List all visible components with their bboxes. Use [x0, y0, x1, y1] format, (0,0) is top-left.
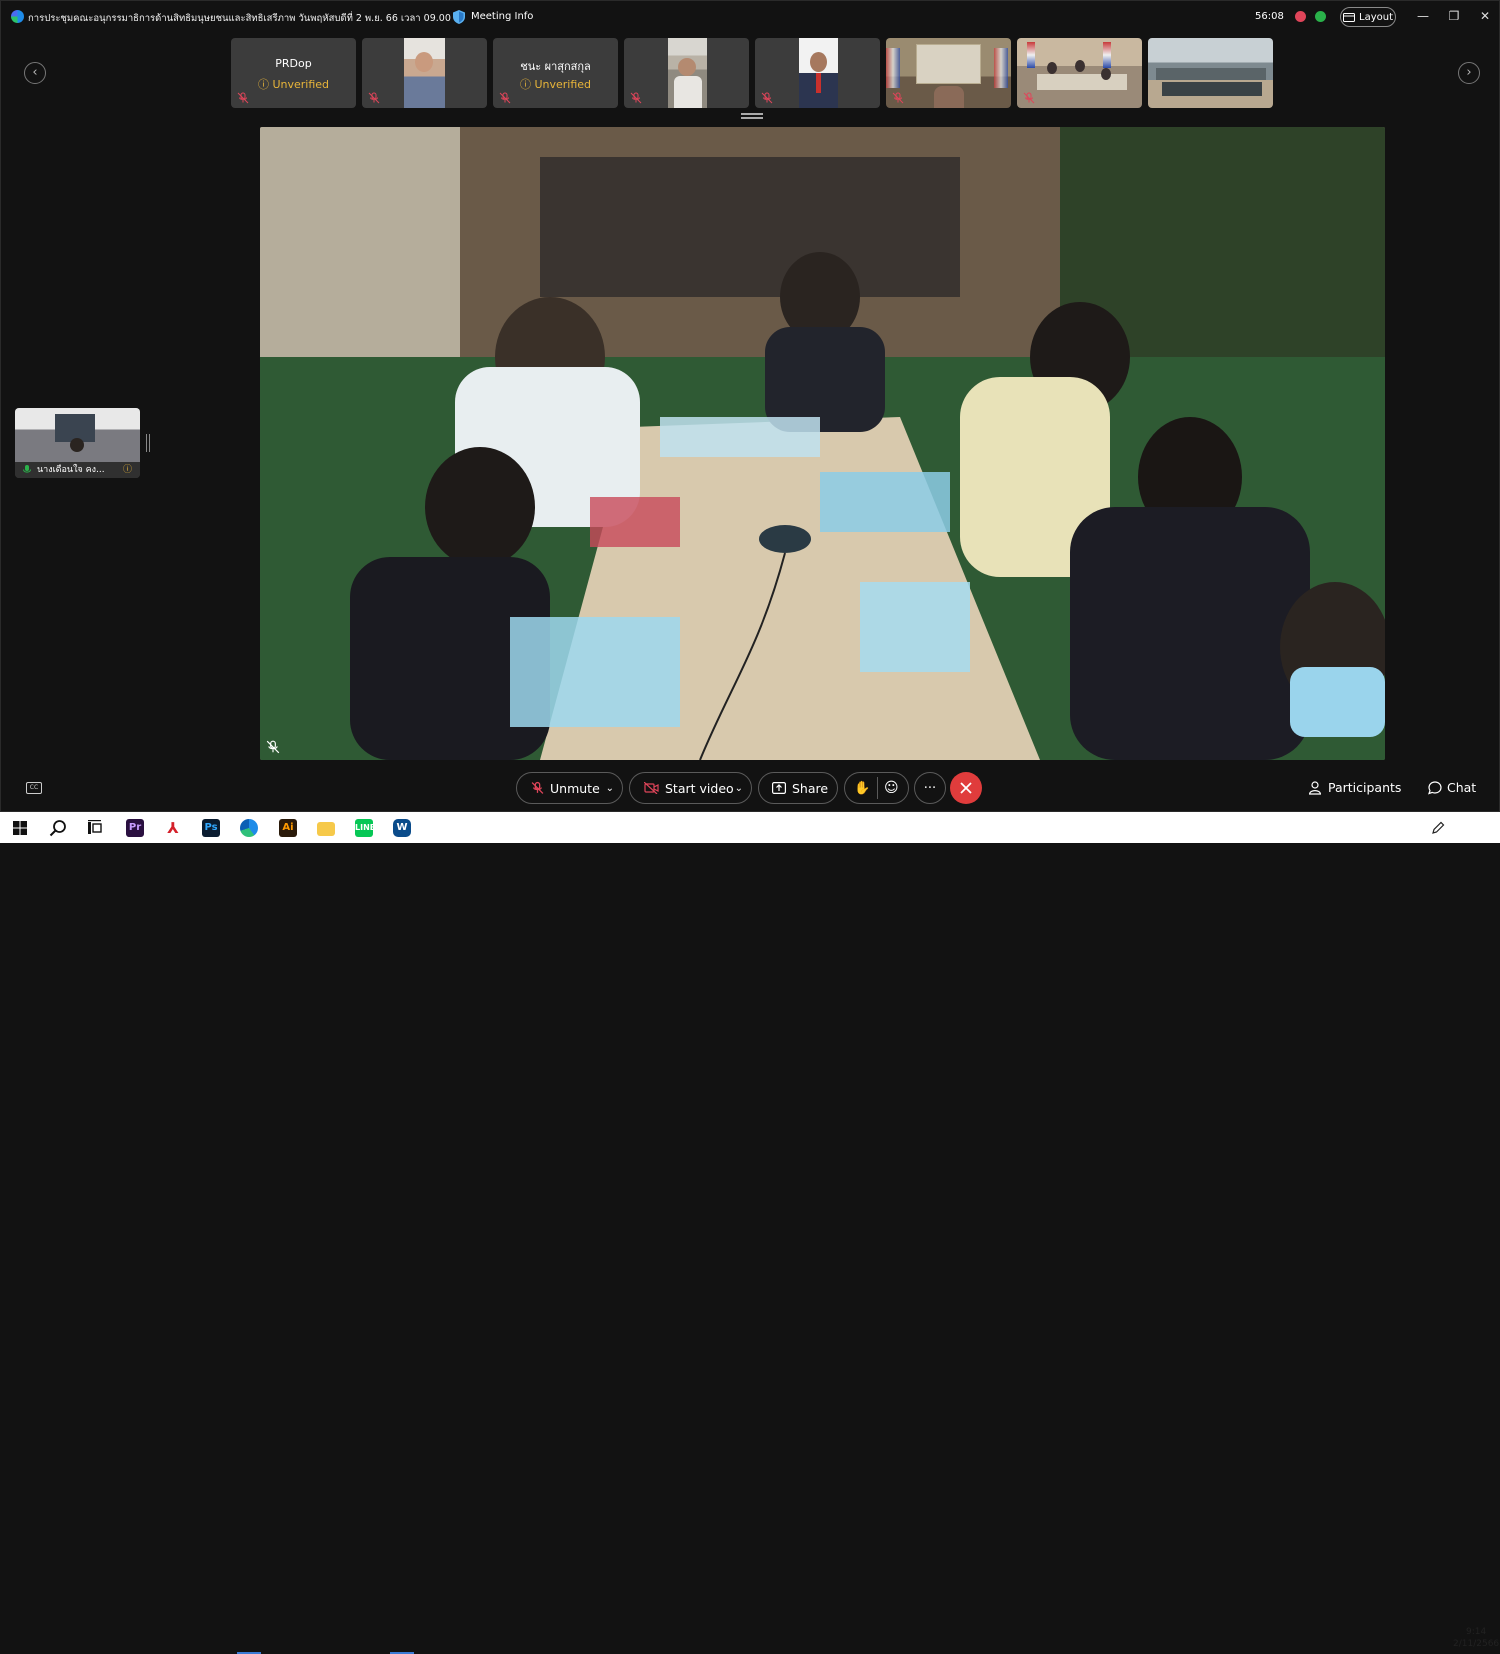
webex-meeting-window: การประชุมคณะอนุกรรมาธิการด้านสิทธิมนุษยช…: [0, 0, 1500, 812]
end-meeting-button[interactable]: [950, 772, 982, 804]
reactions-group: ✋ ☺: [844, 772, 909, 804]
unverified-label: Unverified: [534, 78, 592, 91]
participant-video: [916, 44, 981, 84]
system-clock[interactable]: 9:14 2/11/2566: [1453, 1626, 1499, 1650]
filmstrip-resize-handle[interactable]: [741, 113, 763, 119]
participant-video: [668, 38, 707, 108]
muted-mic-icon: [237, 92, 249, 104]
reactions-icon[interactable]: ☺: [884, 780, 899, 796]
edge-browser-icon[interactable]: [240, 819, 258, 837]
shield-icon[interactable]: [453, 10, 465, 24]
windows-start-icon[interactable]: [13, 821, 27, 835]
muted-mic-icon: [368, 92, 380, 104]
active-speaker-video[interactable]: [260, 127, 1385, 760]
participant-name: ชนะ ผาสุกสกุล: [520, 60, 591, 73]
task-view-icon[interactable]: [87, 820, 103, 836]
unmute-button[interactable]: Unmute ⌄: [516, 772, 623, 804]
restore-icon[interactable]: ❐: [1446, 8, 1462, 24]
close-icon[interactable]: ✕: [1477, 8, 1493, 24]
share-button[interactable]: Share: [758, 772, 838, 804]
mic-icon: [23, 465, 31, 473]
participants-icon: [1309, 780, 1322, 795]
participant-tile[interactable]: [362, 38, 487, 108]
windows-taskbar: Pr ⅄ Ps Ai LINE W 9:14 2/11/2566: [0, 812, 1500, 1654]
webex-logo-icon: [11, 10, 24, 23]
participant-tile[interactable]: PRDop ⓘ Unverified: [231, 38, 356, 108]
unverified-label: Unverified: [272, 78, 330, 91]
chat-label: Chat: [1447, 780, 1477, 795]
muted-mic-icon: [892, 92, 904, 104]
connection-status-icon[interactable]: [1315, 11, 1326, 22]
chat-button[interactable]: Chat: [1428, 780, 1476, 795]
premiere-pro-icon[interactable]: Pr: [126, 819, 144, 837]
filmstrip-next-button[interactable]: ›: [1458, 62, 1480, 84]
search-icon[interactable]: [49, 819, 67, 837]
muted-mic-icon: [266, 740, 280, 754]
share-icon: [772, 782, 786, 794]
start-video-button[interactable]: Start video ⌄: [629, 772, 752, 804]
chevron-down-icon[interactable]: ⌄: [606, 783, 614, 794]
more-options-button[interactable]: ···: [914, 772, 946, 804]
participant-name: PRDop: [275, 57, 312, 70]
layout-button[interactable]: Layout: [1340, 7, 1396, 27]
layout-label: Layout: [1359, 11, 1393, 23]
participant-tile[interactable]: [1017, 38, 1142, 108]
participant-video: [404, 38, 445, 108]
clock-date: 2/11/2566: [1453, 1639, 1500, 1649]
filmstrip-previous-button[interactable]: ‹: [24, 62, 46, 84]
video-off-icon: [644, 782, 659, 794]
chevron-down-icon[interactable]: ⌄: [735, 783, 743, 794]
self-view-name-bar: นางเดือนใจ คง... ⓘ: [15, 462, 140, 478]
unverified-badge: ⓘ Unverified: [257, 78, 330, 91]
illustrator-icon[interactable]: Ai: [279, 819, 297, 837]
self-view-video[interactable]: นางเดือนใจ คง... ⓘ: [15, 408, 140, 478]
meeting-room-scene: [260, 127, 1385, 760]
line-app-icon[interactable]: LINE: [355, 819, 375, 837]
muted-mic-icon: [499, 92, 511, 104]
meeting-info-button[interactable]: Meeting Info: [471, 11, 533, 22]
muted-mic-icon: [531, 781, 544, 794]
file-explorer-icon[interactable]: [317, 822, 335, 836]
chat-icon: [1428, 780, 1442, 794]
webex-app-icon[interactable]: W: [393, 819, 411, 837]
meeting-timer: 56:08: [1255, 11, 1284, 22]
participant-video: [799, 38, 838, 108]
meeting-title: การประชุมคณะอนุกรรมาธิการด้านสิทธิมนุษยช…: [28, 13, 464, 24]
closed-captions-icon[interactable]: CC: [26, 782, 42, 794]
muted-mic-icon: [1023, 92, 1035, 104]
self-view-name: นางเดือนใจ คง...: [37, 465, 105, 475]
participants-label: Participants: [1328, 780, 1402, 795]
participant-video: [1027, 42, 1035, 68]
recording-indicator-icon[interactable]: [1295, 11, 1306, 22]
unmute-label: Unmute: [550, 780, 600, 796]
title-bar: การประชุมคณะอนุกรรมาธิการด้านสิทธิมนุษยช…: [1, 1, 1500, 33]
participant-video: [1156, 68, 1266, 80]
participant-tile[interactable]: [886, 38, 1011, 108]
participant-tile[interactable]: [1148, 38, 1273, 108]
unverified-badge: ⓘ Unverified: [519, 78, 592, 91]
acrobat-icon[interactable]: ⅄: [164, 819, 182, 837]
layout-icon: [1343, 12, 1355, 22]
share-label: Share: [792, 780, 829, 796]
participants-button[interactable]: Participants: [1309, 780, 1401, 795]
start-video-label: Start video: [665, 780, 734, 796]
participant-tile[interactable]: ชนะ ผาสุกสกุล ⓘ Unverified: [493, 38, 618, 108]
photoshop-icon[interactable]: Ps: [202, 819, 220, 837]
participant-tile[interactable]: [755, 38, 880, 108]
muted-mic-icon: [761, 92, 773, 104]
participant-tile[interactable]: [624, 38, 749, 108]
raise-hand-icon[interactable]: ✋: [854, 781, 870, 796]
self-view-resize-handle[interactable]: [146, 434, 150, 452]
info-icon: ⓘ: [122, 465, 132, 475]
close-icon: [960, 782, 972, 794]
pen-icon[interactable]: [1431, 821, 1445, 835]
clock-time: 9:14: [1465, 1627, 1487, 1637]
muted-mic-icon: [630, 92, 642, 104]
minimize-icon[interactable]: —: [1415, 8, 1431, 24]
